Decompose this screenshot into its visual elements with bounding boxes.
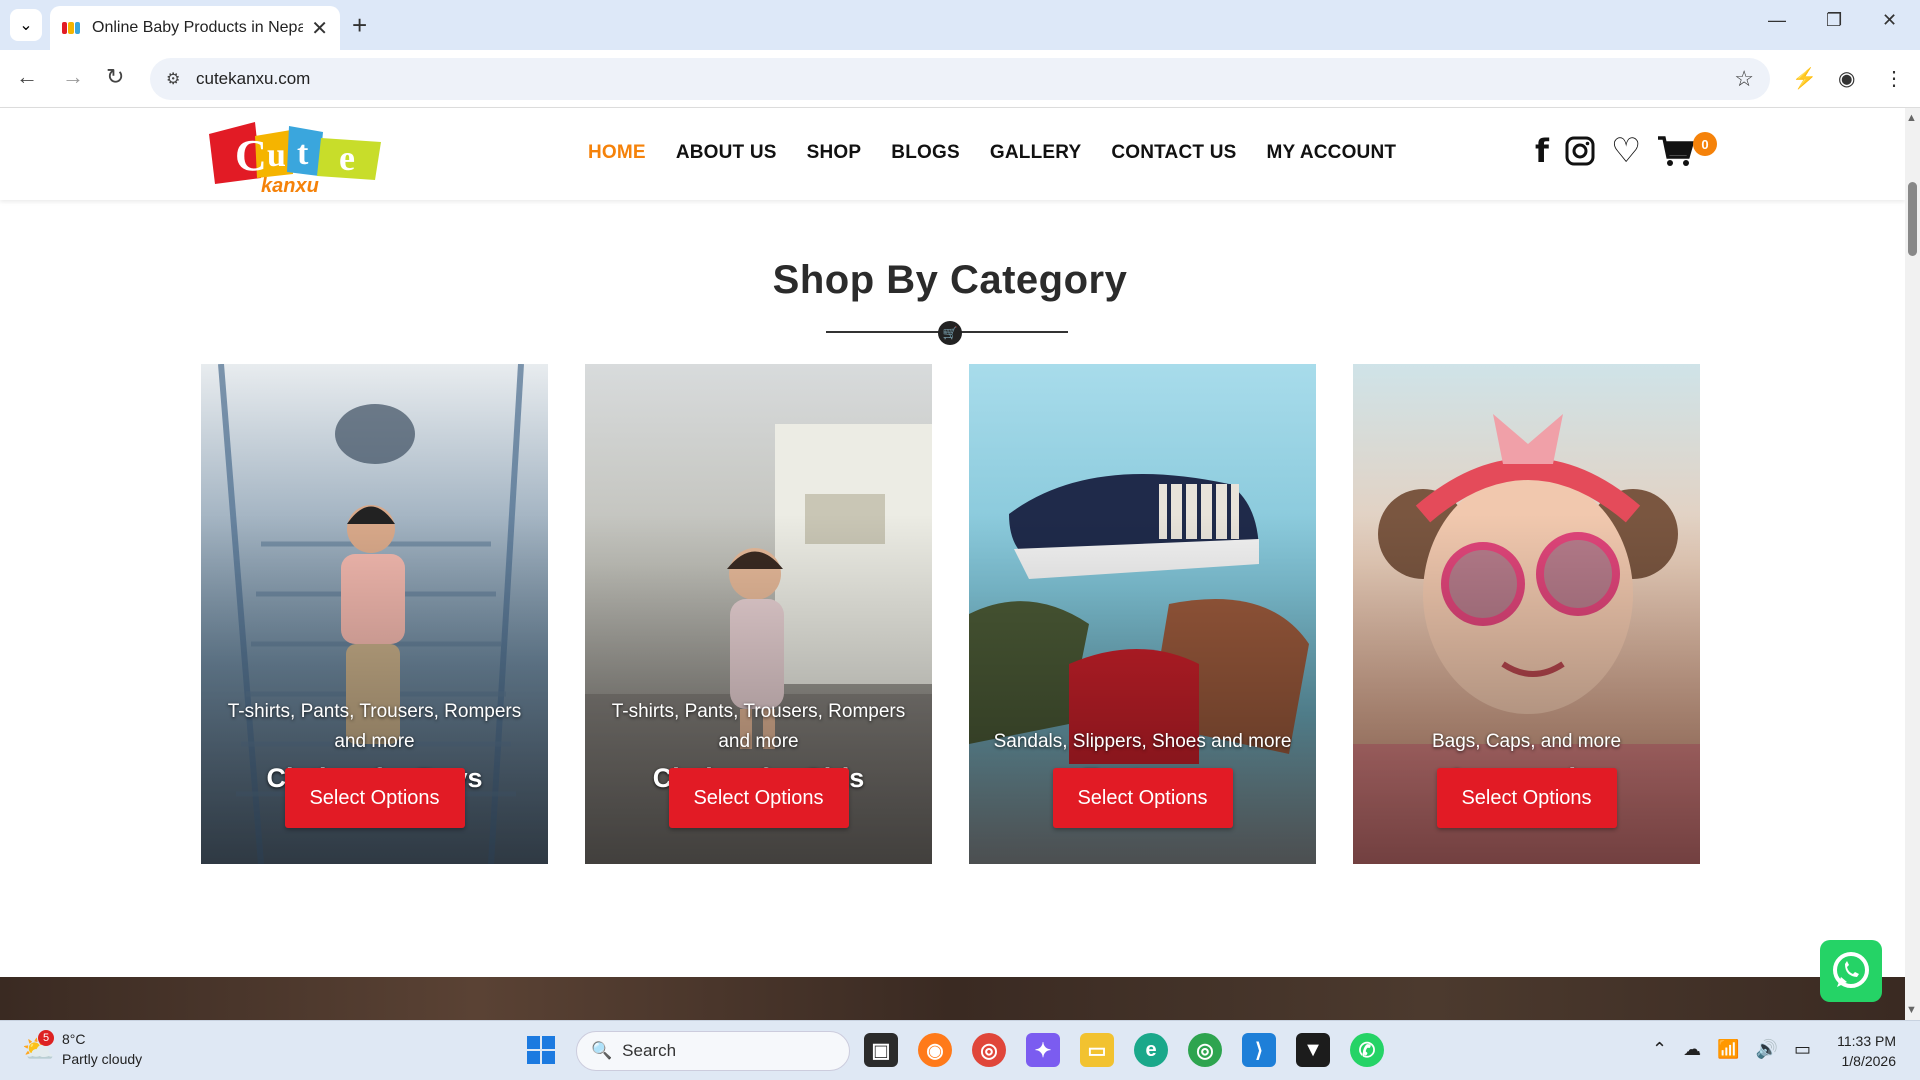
weather-temp: 8°C xyxy=(62,1031,86,1047)
file-explorer-icon[interactable]: ▭ xyxy=(1080,1033,1114,1067)
windows-taskbar: ⛅ 5 8°C Partly cloudy 🔍 Search ▣ ◉ ◎ ✦ ▭ … xyxy=(0,1020,1920,1080)
tab-title: Online Baby Products in Nepal xyxy=(92,19,304,36)
vscode-icon[interactable]: ⟩ xyxy=(1242,1033,1276,1067)
new-tab-icon[interactable]: + xyxy=(352,10,367,41)
cutekanxu-logo[interactable]: C u t e kanxu xyxy=(205,116,385,196)
nav-gallery[interactable]: GALLERY xyxy=(990,142,1081,164)
taskbar-search[interactable]: 🔍 Search xyxy=(576,1031,850,1071)
scroll-thumb[interactable] xyxy=(1908,182,1917,256)
tab-list-button[interactable]: ⌄ xyxy=(10,9,42,41)
site-header: C u t e kanxu HOME ABOUT US SHOP BLOGS G… xyxy=(0,108,1905,200)
header-icons: f ♡ 0 xyxy=(1535,132,1717,168)
reload-icon[interactable]: ↻ xyxy=(106,64,124,90)
taskbar-clock[interactable]: 11:33 PM 1/8/2026 xyxy=(1830,1031,1896,1071)
terminal-app-icon[interactable]: ▼ xyxy=(1296,1033,1330,1067)
browser-tab[interactable]: Online Baby Products in Nepal ✕ xyxy=(50,6,340,50)
svg-text:t: t xyxy=(297,135,309,172)
weather-badge: 5 xyxy=(38,1030,54,1046)
nav-about-us[interactable]: ABOUT US xyxy=(676,142,777,164)
category-card-footwear[interactable]: Sandals, Slippers, Shoes and more Footwe… xyxy=(969,364,1316,864)
profile-icon[interactable]: ◉ xyxy=(1838,66,1855,91)
system-tray: ⌃ ☁ 📶 🔊 ▭ xyxy=(1652,1039,1811,1060)
weather-widget[interactable]: ⛅ 5 8°C Partly cloudy xyxy=(22,1029,142,1069)
task-view-icon[interactable]: ▣ xyxy=(864,1033,898,1067)
battery-icon[interactable]: ▭ xyxy=(1794,1039,1811,1060)
clock-date: 1/8/2026 xyxy=(1841,1053,1897,1069)
select-options-button[interactable]: Select Options xyxy=(1052,768,1233,828)
select-options-button[interactable]: Select Options xyxy=(1436,768,1617,828)
nav-my-account[interactable]: MY ACCOUNT xyxy=(1266,142,1396,164)
back-icon[interactable]: ← xyxy=(16,64,38,90)
chevron-down-icon: ⌄ xyxy=(19,17,33,34)
weather-desc: Partly cloudy xyxy=(62,1051,143,1067)
chrome-icon[interactable]: ◎ xyxy=(972,1033,1006,1067)
whatsapp-app-icon[interactable]: ✆ xyxy=(1350,1033,1384,1067)
close-tab-icon[interactable]: ✕ xyxy=(311,16,328,41)
site-favicon-icon xyxy=(62,22,80,34)
partly-cloudy-icon: ⛅ 5 xyxy=(22,1030,55,1064)
section-title: Shop By Category xyxy=(772,258,1128,302)
chrome-profile-icon[interactable]: ◎ xyxy=(1188,1033,1222,1067)
more-menu-icon[interactable]: ⋮ xyxy=(1884,66,1904,91)
clock-time: 11:33 PM xyxy=(1837,1033,1896,1049)
card-subtitle: Bags, Caps, and more xyxy=(1431,731,1622,752)
volume-icon[interactable]: 🔊 xyxy=(1756,1039,1778,1060)
chevron-up-icon[interactable]: ⌃ xyxy=(1652,1039,1667,1060)
pinned-apps: ▣ ◉ ◎ ✦ ▭ e ◎ ⟩ ▼ ✆ xyxy=(864,1033,1384,1067)
cart-divider-icon: 🛒 xyxy=(938,321,962,345)
wifi-icon[interactable]: 📶 xyxy=(1717,1039,1739,1060)
close-window-icon[interactable]: ✕ xyxy=(1882,10,1897,31)
copilot-icon[interactable]: ✦ xyxy=(1026,1033,1060,1067)
browser-tabbar: ⌄ Online Baby Products in Nepal ✕ + — ❐ … xyxy=(0,0,1920,50)
cart-icon[interactable] xyxy=(1657,135,1695,167)
card-subtitle: T-shirts, Pants, Trousers, Rompers and m… xyxy=(227,701,522,752)
svg-text:kanxu: kanxu xyxy=(261,175,319,196)
footer-banner xyxy=(0,977,1905,1020)
whatsapp-icon xyxy=(1833,952,1869,988)
scroll-up-icon[interactable]: ▲ xyxy=(1906,112,1917,124)
search-icon: 🔍 xyxy=(591,1041,613,1060)
minimize-icon[interactable]: — xyxy=(1768,10,1786,31)
svg-text:u: u xyxy=(267,137,286,174)
select-options-button[interactable]: Select Options xyxy=(284,768,465,828)
extension-icon[interactable]: ⚡ xyxy=(1792,66,1817,91)
firefox-icon[interactable]: ◉ xyxy=(918,1033,952,1067)
svg-text:C: C xyxy=(235,131,267,180)
main-nav: HOME ABOUT US SHOP BLOGS GALLERY CONTACT… xyxy=(588,142,1396,164)
nav-home[interactable]: HOME xyxy=(588,142,646,164)
windows-start-icon[interactable] xyxy=(524,1033,558,1067)
nav-blogs[interactable]: BLOGS xyxy=(891,142,960,164)
facebook-icon[interactable]: f xyxy=(1535,135,1549,167)
bookmark-star-icon[interactable]: ☆ xyxy=(1734,66,1754,92)
card-subtitle: T-shirts, Pants, Trousers, Rompers and m… xyxy=(611,701,906,752)
taskbar-apps xyxy=(524,1033,558,1067)
onedrive-icon[interactable]: ☁ xyxy=(1683,1039,1701,1060)
site-info-icon[interactable]: ⚙ xyxy=(166,69,180,89)
card-subtitle: Sandals, Slippers, Shoes and more xyxy=(993,731,1292,752)
whatsapp-chat-button[interactable] xyxy=(1820,940,1882,1002)
nav-contact-us[interactable]: CONTACT US xyxy=(1111,142,1236,164)
select-options-button[interactable]: Select Options xyxy=(668,768,849,828)
url-text[interactable]: cutekanxu.com xyxy=(196,69,310,89)
instagram-icon[interactable] xyxy=(1565,136,1595,166)
forward-icon[interactable]: → xyxy=(62,64,84,90)
address-bar[interactable]: ⚙ cutekanxu.com ☆ xyxy=(150,58,1770,100)
address-toolbar: ← → ↻ ⚙ cutekanxu.com ☆ ⚡ ◉ ⋮ xyxy=(0,50,1920,108)
svg-text:e: e xyxy=(339,138,355,178)
cart-count-badge: 0 xyxy=(1693,132,1717,156)
heart-icon[interactable]: ♡ xyxy=(1611,134,1641,168)
scroll-down-icon[interactable]: ▼ xyxy=(1906,1004,1917,1016)
nav-shop[interactable]: SHOP xyxy=(807,142,862,164)
restore-icon[interactable]: ❐ xyxy=(1826,10,1842,31)
category-card-accessories[interactable]: Bags, Caps, and more Accessories Select … xyxy=(1353,364,1700,864)
category-grid: T-shirts, Pants, Trousers, Rompers and m… xyxy=(201,364,1700,864)
edge-icon[interactable]: e xyxy=(1134,1033,1168,1067)
taskbar-search-label: Search xyxy=(622,1041,677,1060)
category-card-girls[interactable]: T-shirts, Pants, Trousers, Rompers and m… xyxy=(585,364,932,864)
category-card-boys[interactable]: T-shirts, Pants, Trousers, Rompers and m… xyxy=(201,364,548,864)
